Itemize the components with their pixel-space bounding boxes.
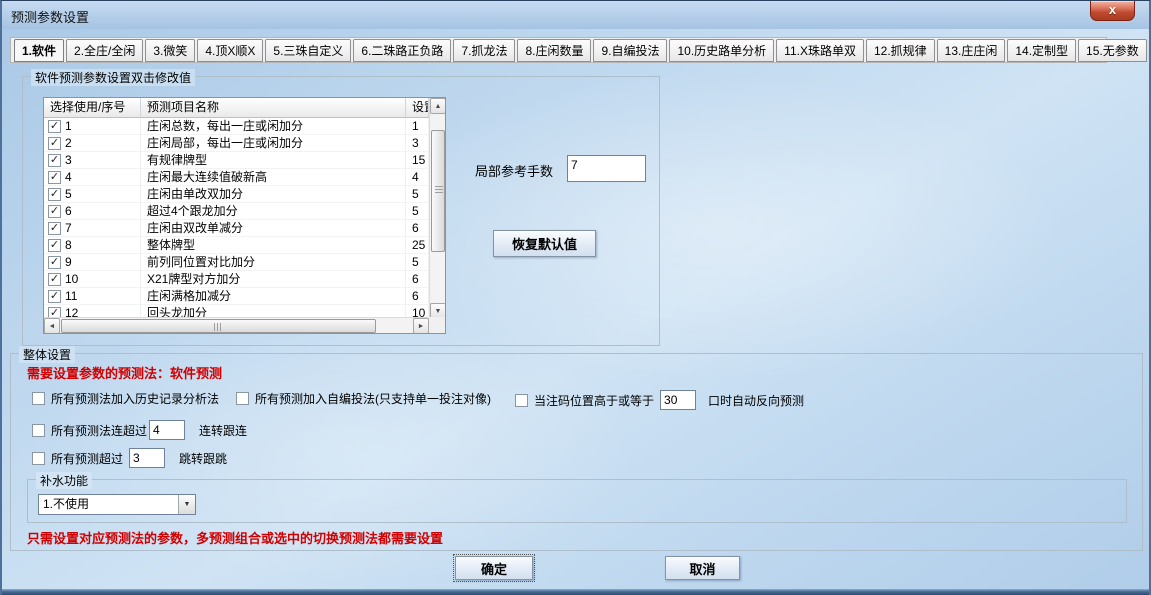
- overall-groupbox: 整体设置 需要设置参数的预测法：软件预测 所有预测法加入历史记录分析法 所有预测…: [10, 353, 1143, 551]
- ok-button[interactable]: 确定: [455, 556, 533, 580]
- custom-bet-option: 所有预测加入自编投法(只支持单一投注对像): [236, 390, 491, 407]
- tab-catch-dragon[interactable]: 7.抓龙法: [453, 39, 515, 62]
- jump-option: 所有预测超过 跳转跟跳: [32, 448, 227, 468]
- row-checkbox[interactable]: [48, 239, 61, 252]
- bottom-notice: 只需设置对应预测法的参数，多预测组合或选中的切换预测法都需要设置: [27, 528, 443, 547]
- table-row[interactable]: 11 庄闲满格加减分 6: [44, 288, 429, 305]
- table-row[interactable]: 10 X21牌型对方加分 6: [44, 271, 429, 288]
- row-checkbox[interactable]: [48, 154, 61, 167]
- overall-notice: 需要设置参数的预测法：软件预测: [27, 363, 222, 382]
- tab-history-analysis[interactable]: 10.历史路单分析: [669, 39, 774, 62]
- settings-row-2: 所有预测法连超过 连转跟连: [11, 420, 1142, 440]
- row-checkbox[interactable]: [48, 188, 61, 201]
- water-selected-value: 1.不使用: [39, 495, 178, 514]
- history-checkbox[interactable]: [32, 392, 45, 405]
- tab-custom-betting[interactable]: 9.自编投法: [593, 39, 667, 62]
- table-row[interactable]: 8 整体牌型 25: [44, 237, 429, 254]
- row-checkbox[interactable]: [48, 273, 61, 286]
- auto-reverse-option: 当注码位置高于或等于 口时自动反向预测: [515, 390, 804, 410]
- tab-software[interactable]: 1.软件: [14, 39, 64, 62]
- tab-strip: 1.软件 2.全庄/全闲 3.微笑 4.顶X顺X 5.三珠自定义 6.二珠路正负…: [10, 37, 1107, 63]
- cancel-button[interactable]: 取消: [665, 556, 740, 580]
- table-header: 选择使用/序号 预测项目名称 设置: [44, 98, 429, 118]
- custom-bet-checkbox[interactable]: [236, 392, 249, 405]
- settings-row-3: 所有预测超过 跳转跟跳: [11, 448, 1142, 468]
- scrollbar-corner: [429, 317, 445, 333]
- row-checkbox[interactable]: [48, 171, 61, 184]
- close-button[interactable]: x: [1090, 1, 1135, 21]
- row-checkbox[interactable]: [48, 205, 61, 218]
- tab-all-banker-player[interactable]: 2.全庄/全闲: [66, 39, 143, 62]
- tab-top-x[interactable]: 4.顶X顺X: [197, 39, 263, 62]
- tab-smile[interactable]: 3.微笑: [145, 39, 195, 62]
- settings-row-1: 所有预测法加入历史记录分析法 所有预测加入自编投法(只支持单一投注对像) 当注码…: [11, 390, 1142, 410]
- params-table: 选择使用/序号 预测项目名称 设置 1 庄闲总数，每出一庄或闲加分 1 2 庄闲…: [43, 97, 446, 334]
- row-checkbox[interactable]: [48, 290, 61, 303]
- tab-three-bead-custom[interactable]: 5.三珠自定义: [265, 39, 351, 62]
- col-header-select[interactable]: 选择使用/序号: [44, 98, 141, 118]
- row-checkbox[interactable]: [48, 120, 61, 133]
- local-ref-label: 局部参考手数: [475, 161, 553, 180]
- tab-customized[interactable]: 14.定制型: [1007, 39, 1076, 62]
- row-checkbox[interactable]: [48, 222, 61, 235]
- water-groupbox: 补水功能 1.不使用 ▼: [27, 479, 1127, 523]
- overall-group-title: 整体设置: [19, 346, 75, 363]
- reverse-threshold-input[interactable]: [660, 390, 696, 410]
- params-group-title: 软件预测参数设置双击修改值: [31, 69, 195, 86]
- vertical-scroll-thumb[interactable]: [431, 130, 445, 252]
- table-row[interactable]: 2 庄闲局部，每出一庄或闲加分 3: [44, 135, 429, 152]
- params-groupbox: 软件预测参数设置双击修改值 选择使用/序号 预测项目名称 设置 1 庄闲总数，每…: [22, 76, 660, 346]
- history-option: 所有预测法加入历史记录分析法: [32, 390, 219, 407]
- row-checkbox[interactable]: [48, 137, 61, 150]
- table-body: 1 庄闲总数，每出一庄或闲加分 1 2 庄闲局部，每出一庄或闲加分 3 3 有规…: [44, 118, 429, 319]
- tab-two-bead-road[interactable]: 6.二珠路正负路: [353, 39, 451, 62]
- restore-defaults-button[interactable]: 恢复默认值: [493, 230, 596, 257]
- window-title: 预测参数设置: [11, 7, 89, 26]
- table-row[interactable]: 7 庄闲由双改单减分 6: [44, 220, 429, 237]
- water-function-select[interactable]: 1.不使用 ▼: [38, 494, 196, 515]
- streak-input[interactable]: [149, 420, 185, 440]
- scroll-left-icon[interactable]: ◄: [44, 318, 60, 334]
- auto-reverse-checkbox[interactable]: [515, 394, 528, 407]
- streak-checkbox[interactable]: [32, 424, 45, 437]
- chevron-down-icon: ▼: [178, 495, 195, 514]
- close-icon: x: [1109, 3, 1116, 16]
- row-checkbox[interactable]: [48, 256, 61, 269]
- streak-option: 所有预测法连超过 连转跟连: [32, 420, 247, 440]
- tab-no-params[interactable]: 15.无参数: [1078, 39, 1147, 62]
- local-ref-input[interactable]: [567, 155, 646, 182]
- jump-input[interactable]: [129, 448, 165, 468]
- col-header-name[interactable]: 预测项目名称: [141, 98, 406, 118]
- tab-banker-banker-player[interactable]: 13.庄庄闲: [937, 39, 1006, 62]
- thumb-grip: [214, 323, 223, 331]
- dialog-window: 预测参数设置 x 1.软件 2.全庄/全闲 3.微笑 4.顶X顺X 5.三珠自定…: [0, 0, 1151, 595]
- jump-checkbox[interactable]: [32, 452, 45, 465]
- table-row[interactable]: 3 有规律牌型 15: [44, 152, 429, 169]
- tab-banker-player-count[interactable]: 8.庄闲数量: [517, 39, 591, 62]
- window-bottom-border: [2, 589, 1149, 595]
- scroll-right-icon[interactable]: ►: [413, 318, 429, 334]
- tab-x-bead-odd-even[interactable]: 11.X珠路单双: [776, 39, 864, 62]
- col-header-value[interactable]: 设置: [406, 98, 429, 118]
- table-row[interactable]: 1 庄闲总数，每出一庄或闲加分 1: [44, 118, 429, 135]
- horizontal-scroll-thumb[interactable]: [61, 319, 376, 333]
- vertical-scrollbar[interactable]: ▲ ▼: [429, 98, 445, 319]
- tab-catch-pattern[interactable]: 12.抓规律: [866, 39, 935, 62]
- table-row[interactable]: 6 超过4个跟龙加分 5: [44, 203, 429, 220]
- horizontal-scrollbar[interactable]: ◄ ►: [44, 317, 429, 333]
- scroll-up-icon[interactable]: ▲: [430, 98, 446, 114]
- thumb-grip: [435, 186, 443, 195]
- table-row[interactable]: 4 庄闲最大连续值破新高 4: [44, 169, 429, 186]
- table-row[interactable]: 5 庄闲由单改双加分 5: [44, 186, 429, 203]
- title-bar: 预测参数设置 x: [2, 1, 1149, 29]
- table-row[interactable]: 9 前列同位置对比加分 5: [44, 254, 429, 271]
- water-group-title: 补水功能: [36, 472, 92, 489]
